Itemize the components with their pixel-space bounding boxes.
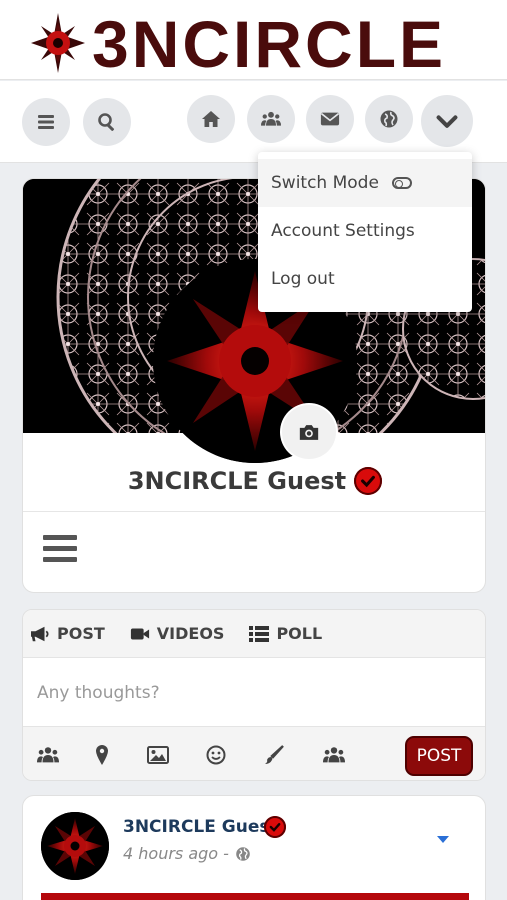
users-icon (261, 111, 281, 126)
nav-bar (0, 81, 507, 163)
caret-down-icon[interactable] (437, 836, 449, 843)
feed-timestamp[interactable]: 4 hours ago - (123, 844, 251, 863)
logo-bar: 3NCIRCLE (0, 0, 507, 81)
list-icon (249, 625, 270, 642)
map-marker-icon (96, 745, 108, 765)
home-button[interactable] (187, 95, 235, 143)
location-tool[interactable] (89, 742, 115, 768)
smiley-icon (206, 745, 226, 765)
camera-icon (299, 424, 319, 440)
tab-poll-label: POLL (276, 624, 323, 643)
log-out-item[interactable]: Log out (258, 255, 472, 303)
paint-tool[interactable] (261, 742, 287, 768)
video-camera-icon (130, 628, 149, 639)
messages-button[interactable] (306, 95, 354, 143)
tab-poll[interactable]: POLL (249, 624, 322, 643)
toggle-icon[interactable] (391, 177, 412, 189)
group-tool[interactable] (321, 742, 347, 768)
change-photo-button[interactable] (282, 405, 336, 459)
feeling-tool[interactable] (203, 742, 229, 768)
image-tool[interactable] (145, 742, 171, 768)
tab-videos-label: VIDEOS (156, 624, 225, 643)
chevron-down-icon (436, 115, 458, 128)
profile-name-row: 3NCIRCLE Guest (23, 459, 485, 503)
explore-button[interactable] (365, 95, 413, 143)
home-icon (202, 111, 220, 127)
composer-tabs: POST VIDEOS POLL (23, 610, 485, 658)
hamburger-icon[interactable] (43, 535, 77, 565)
users-icon (323, 747, 345, 763)
globe-icon (236, 846, 250, 861)
menu-button[interactable] (22, 98, 70, 146)
feed-avatar[interactable] (41, 812, 109, 880)
account-menu-button[interactable] (421, 95, 473, 147)
feed-post-media[interactable] (41, 893, 469, 900)
switch-mode-label: Switch Mode (271, 173, 379, 193)
account-settings-label: Account Settings (271, 221, 415, 241)
megaphone-icon (31, 626, 49, 641)
users-icon (37, 747, 59, 763)
tab-post[interactable]: POST (30, 624, 105, 643)
composer-toolbar: POST (23, 726, 485, 780)
feed-time-text: 4 hours ago - (123, 844, 229, 863)
search-icon (98, 113, 114, 131)
post-button[interactable]: POST (405, 736, 473, 776)
feed-post-card: 3NCIRCLE Guest 4 hours ago - (22, 795, 486, 900)
switch-mode-item[interactable]: Switch Mode (258, 159, 472, 207)
account-dropdown-menu: Switch Mode Account Settings Log out (258, 152, 472, 312)
paintbrush-icon (265, 745, 284, 764)
account-settings-item[interactable]: Account Settings (258, 207, 472, 255)
tab-videos[interactable]: VIDEOS (130, 624, 225, 643)
verified-check-icon (354, 467, 383, 495)
search-button[interactable] (83, 98, 131, 146)
log-out-label: Log out (271, 269, 335, 289)
feed-author-name[interactable]: 3NCIRCLE Guest (123, 817, 278, 837)
compass-star-logo-icon[interactable] (31, 13, 85, 73)
globe-icon (380, 110, 398, 128)
envelope-icon (320, 112, 340, 126)
groups-button[interactable] (247, 95, 295, 143)
tag-friends-tool[interactable] (35, 742, 61, 768)
thought-input[interactable] (23, 660, 485, 726)
tab-post-label: POST (57, 624, 105, 643)
post-composer: POST VIDEOS POLL POST (22, 609, 486, 781)
brand-logo-text[interactable]: 3NCIRCLE (92, 4, 446, 84)
image-icon (147, 746, 169, 764)
profile-name[interactable]: 3NCIRCLE Guest (128, 467, 346, 495)
verified-check-icon (264, 816, 286, 838)
profile-divider (23, 511, 485, 512)
bars-icon (38, 115, 54, 129)
